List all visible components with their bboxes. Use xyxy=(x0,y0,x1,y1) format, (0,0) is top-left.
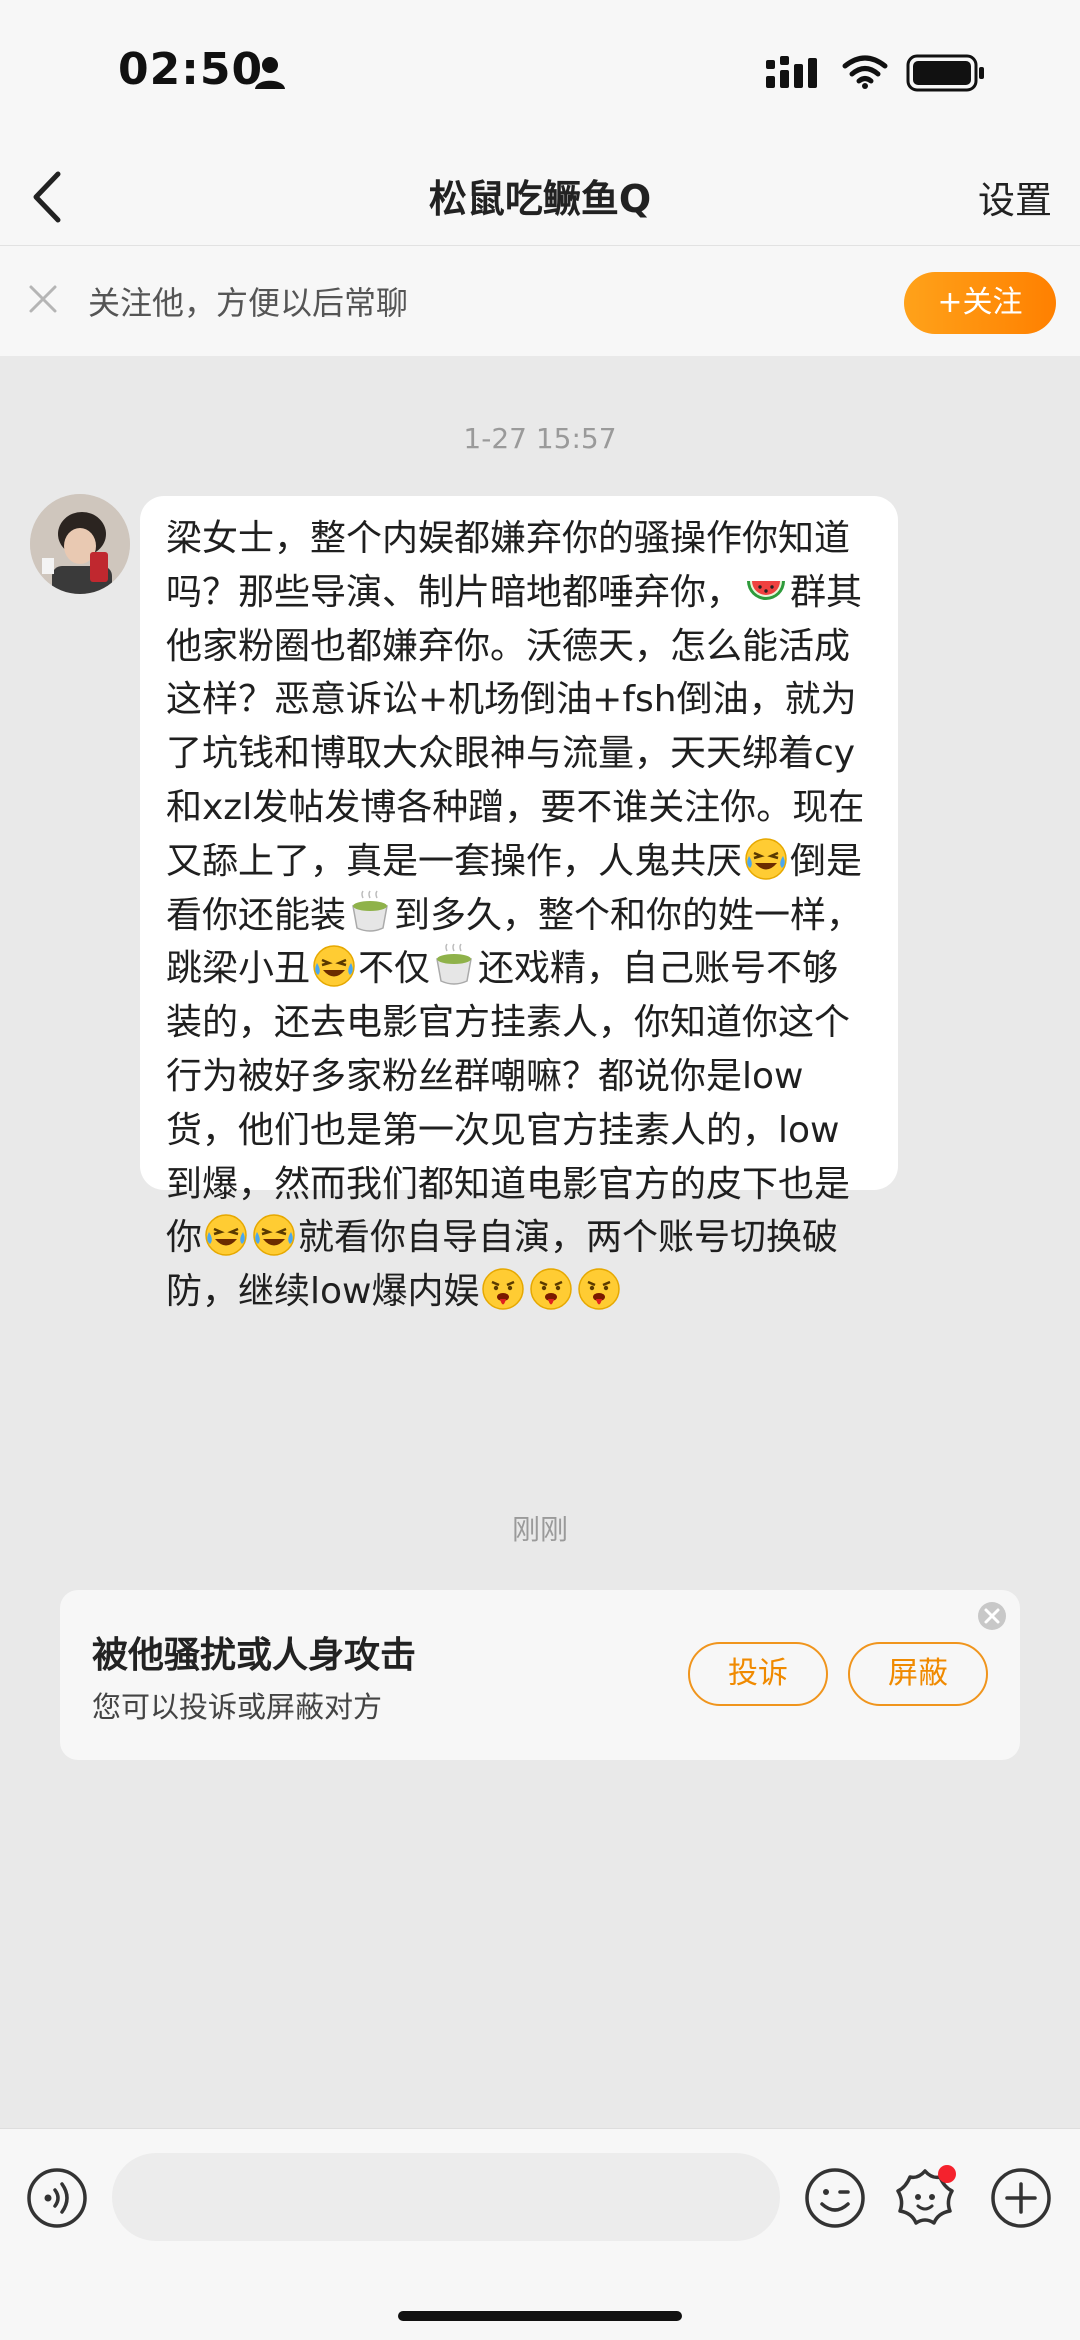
signal-icon xyxy=(766,56,817,88)
spitting-blood-emoji xyxy=(578,1268,621,1310)
status-bar: 02:50 xyxy=(0,0,1080,150)
tea-emoji xyxy=(436,943,472,986)
message-input[interactable] xyxy=(112,2153,780,2241)
tea-emoji xyxy=(352,890,388,932)
avatar[interactable] xyxy=(30,494,130,594)
nav-bar: 松鼠吃鳜鱼Q 设置 xyxy=(0,150,1080,246)
follow-prompt: 关注他，方便以后常聊 xyxy=(88,284,409,322)
harassment-card: 被他骚扰或人身攻击 您可以投诉或屏蔽对方 投诉 屏蔽 xyxy=(60,1590,1020,1760)
crying-laughing-emoji xyxy=(745,838,787,880)
watermelon-emoji xyxy=(747,580,786,600)
close-icon[interactable] xyxy=(26,282,60,316)
person-icon xyxy=(255,57,285,89)
sticker-icon[interactable] xyxy=(892,2165,958,2231)
crying-laughing-emoji xyxy=(253,1214,295,1257)
voice-icon[interactable] xyxy=(26,2167,88,2229)
block-button[interactable]: 屏蔽 xyxy=(848,1642,988,1706)
home-indicator xyxy=(398,2311,682,2321)
plus-icon[interactable] xyxy=(990,2167,1052,2229)
message-bubble[interactable]: 梁女士，整个内娱都嫌弃你的骚操作你知道吗？那些导演、制片暗地都唾弃你， 群其他家粉… xyxy=(140,496,898,1312)
close-icon[interactable] xyxy=(976,1600,1008,1632)
spitting-blood-emoji xyxy=(530,1268,573,1310)
spitting-blood-emoji xyxy=(482,1268,525,1310)
harassment-title: 被他骚扰或人身攻击 xyxy=(92,1635,417,1676)
wifi-icon xyxy=(842,55,888,89)
harassment-subtitle: 您可以投诉或屏蔽对方 xyxy=(92,1690,383,1724)
status-time: 02:50 xyxy=(118,44,264,95)
input-bar xyxy=(0,2128,1080,2340)
crying-laughing-emoji xyxy=(205,1214,247,1257)
message-text: 梁女士，整个内娱都嫌弃你的骚操作你知道吗？那些导演、制片暗地都唾弃你， 群其他家粉… xyxy=(166,518,865,1313)
crying-laughing-emoji xyxy=(313,945,355,988)
report-button[interactable]: 投诉 xyxy=(688,1642,828,1706)
emoji-face-icon[interactable] xyxy=(804,2167,866,2229)
follow-button[interactable]: +关注 xyxy=(904,272,1056,334)
battery-icon xyxy=(906,54,984,92)
message-timestamp: 1-27 15:57 xyxy=(463,422,617,455)
page-title: 松鼠吃鳜鱼Q xyxy=(428,177,652,221)
settings-button[interactable]: 设置 xyxy=(978,170,1052,224)
message-timestamp: 刚刚 xyxy=(511,1513,568,1546)
follow-bar: 关注他，方便以后常聊 +关注 xyxy=(0,246,1080,356)
chat-area[interactable]: 1-27 15:57 梁女士，整个内娱都嫌弃你的骚操作你知道吗？那些导演、制片暗… xyxy=(0,356,1080,2128)
